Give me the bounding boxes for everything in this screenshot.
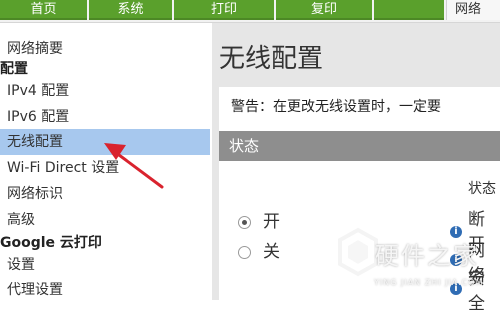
sidebar-item-wifi-direct[interactable]: Wi-Fi Direct 设置	[0, 155, 210, 181]
sidebar-item-settings[interactable]: 设置	[0, 252, 210, 278]
sidebar-item-wireless-config[interactable]: 无线配置	[0, 129, 210, 155]
tab-network[interactable]: 网络	[446, 0, 500, 20]
warning-text: 警告：在更改无线设置时，一定要	[231, 99, 441, 115]
radio-off-label: 关	[263, 242, 280, 262]
watermark-subtitle: YING JIAN ZHI JIA.COM	[374, 278, 484, 287]
sidebar-item-network-id[interactable]: 网络标识	[0, 181, 210, 207]
radio-on-button[interactable]	[238, 215, 251, 229]
tab-print[interactable]: 打印	[174, 0, 274, 20]
page-title: 无线配置	[219, 44, 324, 74]
radio-off-row[interactable]: 关	[238, 237, 280, 262]
sidebar-item-proxy-settings[interactable]: 代理设置	[0, 277, 210, 303]
radio-off-button[interactable]	[238, 245, 251, 259]
watermark-title: 硬件之家	[375, 242, 479, 270]
security-text: 安全	[468, 269, 485, 314]
status-section-header: 状态	[219, 131, 500, 161]
tab-copy[interactable]: 复印	[276, 0, 372, 20]
radio-on-row[interactable]: 开	[238, 207, 280, 232]
radio-on-label: 开	[263, 212, 280, 232]
sidebar-item-ipv4[interactable]: IPv4 配置	[0, 78, 210, 104]
sidebar-item-ipv6[interactable]: IPv6 配置	[0, 104, 210, 130]
sidebar: 网络摘要 配置 IPv4 配置 IPv6 配置 无线配置 Wi-Fi Direc…	[0, 23, 210, 300]
tab-home[interactable]: 首页	[0, 0, 87, 20]
tab-spacer	[374, 0, 444, 20]
top-tab-bar: 首页 系统 打印 复印 网络	[0, 0, 500, 23]
tab-system[interactable]: 系统	[89, 0, 172, 20]
status-label: 状态	[468, 181, 496, 197]
